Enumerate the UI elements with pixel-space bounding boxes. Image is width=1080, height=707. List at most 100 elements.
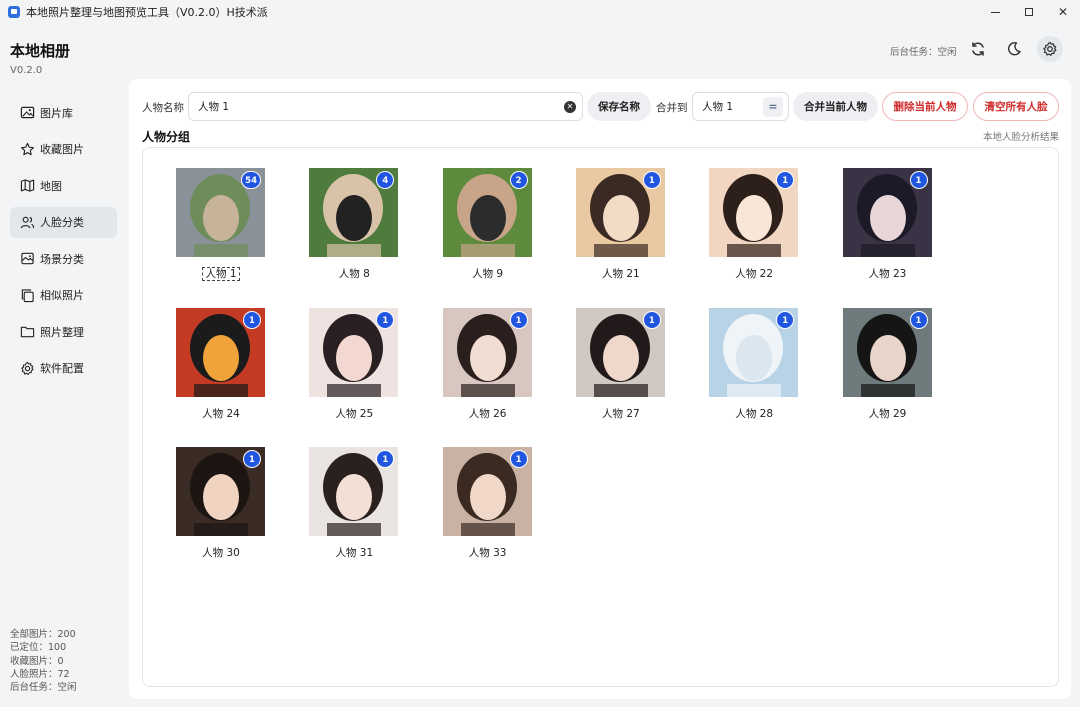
person-thumbnail[interactable]: 1 (842, 307, 932, 397)
sidebar-item-map[interactable]: 地图 (10, 170, 117, 201)
person-card[interactable]: 1 人物 25 (309, 307, 399, 421)
minimize-button[interactable] (978, 0, 1012, 24)
image-icon (19, 105, 35, 121)
person-name-label: 人物名称 (142, 102, 184, 114)
sidebar-item-organize[interactable]: 照片整理 (10, 316, 117, 347)
sidebar-item-favorites[interactable]: 收藏图片 (10, 134, 117, 165)
person-card[interactable]: 1 人物 21 (575, 168, 666, 281)
save-name-button[interactable]: 保存名称 (587, 92, 651, 121)
map-icon (19, 178, 35, 194)
stats-panel: 全部图片：200 已定位：100 收藏图片：0 人脸照片：72 后台任务：空闲 (10, 628, 77, 694)
person-thumbnail[interactable]: 1 (442, 447, 532, 536)
users-icon (19, 214, 35, 230)
merge-target-select[interactable]: 人物 1 = (692, 92, 789, 121)
person-name-text: 人物 23 (868, 268, 907, 280)
person-thumbnail[interactable]: 1 (842, 168, 932, 257)
stat-faces: 人脸照片：72 (10, 668, 70, 680)
merge-to-label: 合并到 (656, 102, 688, 114)
minimize-icon (990, 11, 1000, 13)
person-name-text: 人物 30 (202, 547, 240, 559)
person-thumbnail[interactable]: 54 (176, 168, 265, 257)
section-note: 本地人脸分析结果 (982, 132, 1059, 143)
person-name: 人物 9 (443, 266, 533, 281)
sidebar-item-label: 图片库 (40, 106, 73, 120)
merge-person-button[interactable]: 合并当前人物 (793, 92, 878, 121)
delete-person-button[interactable]: 删除当前人物 (882, 92, 968, 121)
face-count-badge: 1 (509, 310, 528, 329)
person-thumbnail[interactable]: 1 (575, 168, 665, 257)
app-logo-icon (8, 6, 20, 18)
scene-icon (19, 251, 35, 267)
person-name-text: 人物 29 (868, 407, 907, 420)
maximize-button[interactable] (1012, 0, 1046, 24)
clear-all-faces-button[interactable]: 清空所有人脸 (973, 92, 1059, 121)
person-card[interactable]: 1 人物 30 (176, 447, 266, 560)
person-name: 人物 8 (309, 266, 399, 281)
face-count-badge: 1 (243, 310, 261, 329)
person-card[interactable]: 1 人物 33 (442, 447, 533, 560)
person-thumbnail[interactable]: 1 (176, 307, 265, 397)
person-name: 人物 29 (843, 406, 933, 421)
person-card[interactable]: 1 人物 23 (842, 168, 933, 281)
copy-icon (19, 287, 35, 303)
merge-target-value: 人物 1 (702, 101, 734, 113)
person-card[interactable]: 1 人物 29 (842, 307, 933, 421)
sidebar-item-label: 人脸分类 (40, 216, 84, 229)
person-thumbnail[interactable]: 1 (709, 168, 799, 257)
sidebar-item-label: 地图 (40, 179, 62, 193)
person-name-value: 人物 1 (198, 101, 230, 113)
clear-input-icon[interactable]: ✕ (564, 101, 576, 113)
sidebar-item-similar[interactable]: 相似照片 (10, 280, 117, 311)
sidebar-item-label: 软件配置 (40, 362, 84, 375)
sidebar-item-faces[interactable]: 人脸分类 (10, 206, 117, 238)
face-count-badge: 1 (776, 310, 795, 329)
person-card[interactable]: 1 人物 27 (575, 307, 666, 421)
person-name-text: 人物 31 (335, 547, 374, 559)
person-thumbnail[interactable]: 4 (309, 168, 399, 257)
person-name: 人物 25 (309, 406, 399, 421)
person-card[interactable]: 1 人物 24 (176, 307, 266, 421)
person-thumbnail[interactable]: 1 (176, 447, 265, 536)
person-thumbnail[interactable]: 1 (309, 447, 399, 536)
person-card[interactable]: 2 人物 9 (442, 168, 533, 281)
face-count-badge: 1 (642, 171, 661, 189)
sidebar-item-scenes[interactable]: 场景分类 (10, 243, 117, 274)
sidebar-item-settings[interactable]: 软件配置 (10, 353, 117, 384)
refresh-button[interactable] (967, 38, 989, 60)
person-card[interactable]: 1 人物 31 (309, 447, 399, 560)
person-thumbnail[interactable]: 2 (442, 168, 532, 257)
person-card[interactable]: 1 人物 28 (709, 307, 799, 421)
app-version: V0.2.0 (10, 65, 43, 76)
person-card[interactable]: 1 人物 26 (442, 307, 533, 421)
face-count-badge: 54 (241, 171, 261, 189)
person-name-text: 人物 1 (202, 267, 240, 281)
sidebar-nav: 图片库 收藏图片 地图 人脸分类 场景分类 相似照片 照片整理 软件配置 (10, 97, 117, 389)
sidebar-item-gallery[interactable]: 图片库 (10, 97, 117, 128)
sidebar-item-label: 相似照片 (40, 289, 84, 302)
person-thumbnail[interactable]: 1 (442, 307, 532, 397)
person-card[interactable]: 1 人物 22 (709, 168, 799, 281)
face-count-badge: 1 (909, 171, 928, 189)
person-thumbnail[interactable]: 1 (709, 307, 799, 397)
person-name-text: 人物 33 (468, 547, 507, 559)
close-button[interactable]: ✕ (1046, 0, 1080, 24)
dropdown-icon[interactable]: = (763, 97, 783, 117)
person-name: 人物 21 (576, 266, 666, 281)
person-thumbnail[interactable]: 1 (309, 307, 399, 397)
person-card[interactable]: 4 人物 8 (309, 168, 399, 281)
theme-toggle-button[interactable] (1003, 38, 1025, 60)
person-card[interactable]: 54 人物 1 (176, 168, 266, 281)
stat-favorites: 收藏图片：0 (10, 655, 64, 667)
moon-icon (1008, 42, 1021, 56)
settings-button[interactable] (1037, 36, 1063, 62)
person-name: 人物 33 (443, 545, 533, 560)
person-name-text: 人物 9 (472, 268, 504, 280)
sidebar-item-label: 场景分类 (40, 252, 84, 266)
person-name-input[interactable]: 人物 1 ✕ (188, 92, 583, 121)
sidebar-item-label: 收藏图片 (40, 143, 84, 156)
refresh-icon (972, 42, 984, 56)
person-name: 人物 23 (843, 266, 933, 281)
person-thumbnail[interactable]: 1 (575, 307, 665, 397)
person-name: 人物 26 (443, 406, 533, 421)
window-title: 本地照片整理与地图预览工具（V0.2.0）H技术派 (26, 6, 268, 19)
